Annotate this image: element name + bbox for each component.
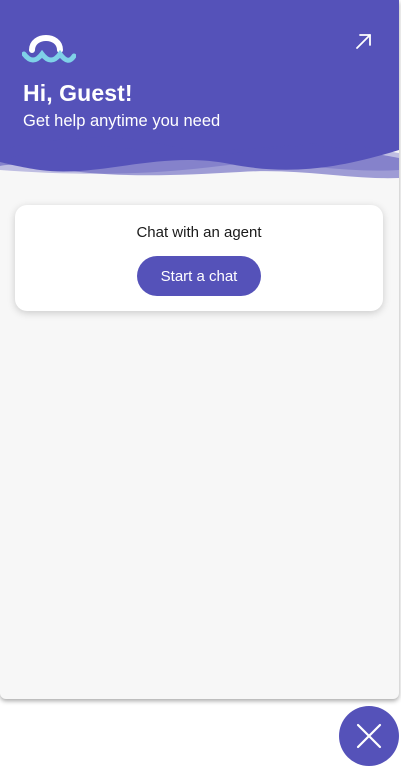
close-widget-button[interactable] xyxy=(339,706,399,766)
chat-widget-panel: Hi, Guest! Get help anytime you need Cha… xyxy=(0,0,399,699)
greeting-subtitle: Get help anytime you need xyxy=(23,112,221,130)
popout-button[interactable] xyxy=(348,27,378,57)
close-icon xyxy=(356,723,382,749)
chat-card-title: Chat with an agent xyxy=(136,224,262,241)
greeting-title: Hi, Guest! xyxy=(23,80,133,106)
start-chat-button[interactable]: Start a chat xyxy=(137,256,261,296)
chat-card: Chat with an agent Start a chat xyxy=(15,205,383,311)
widget-header: Hi, Guest! Get help anytime you need xyxy=(0,0,399,190)
wave-logo-icon xyxy=(21,28,77,64)
arrow-up-right-icon xyxy=(356,34,371,49)
